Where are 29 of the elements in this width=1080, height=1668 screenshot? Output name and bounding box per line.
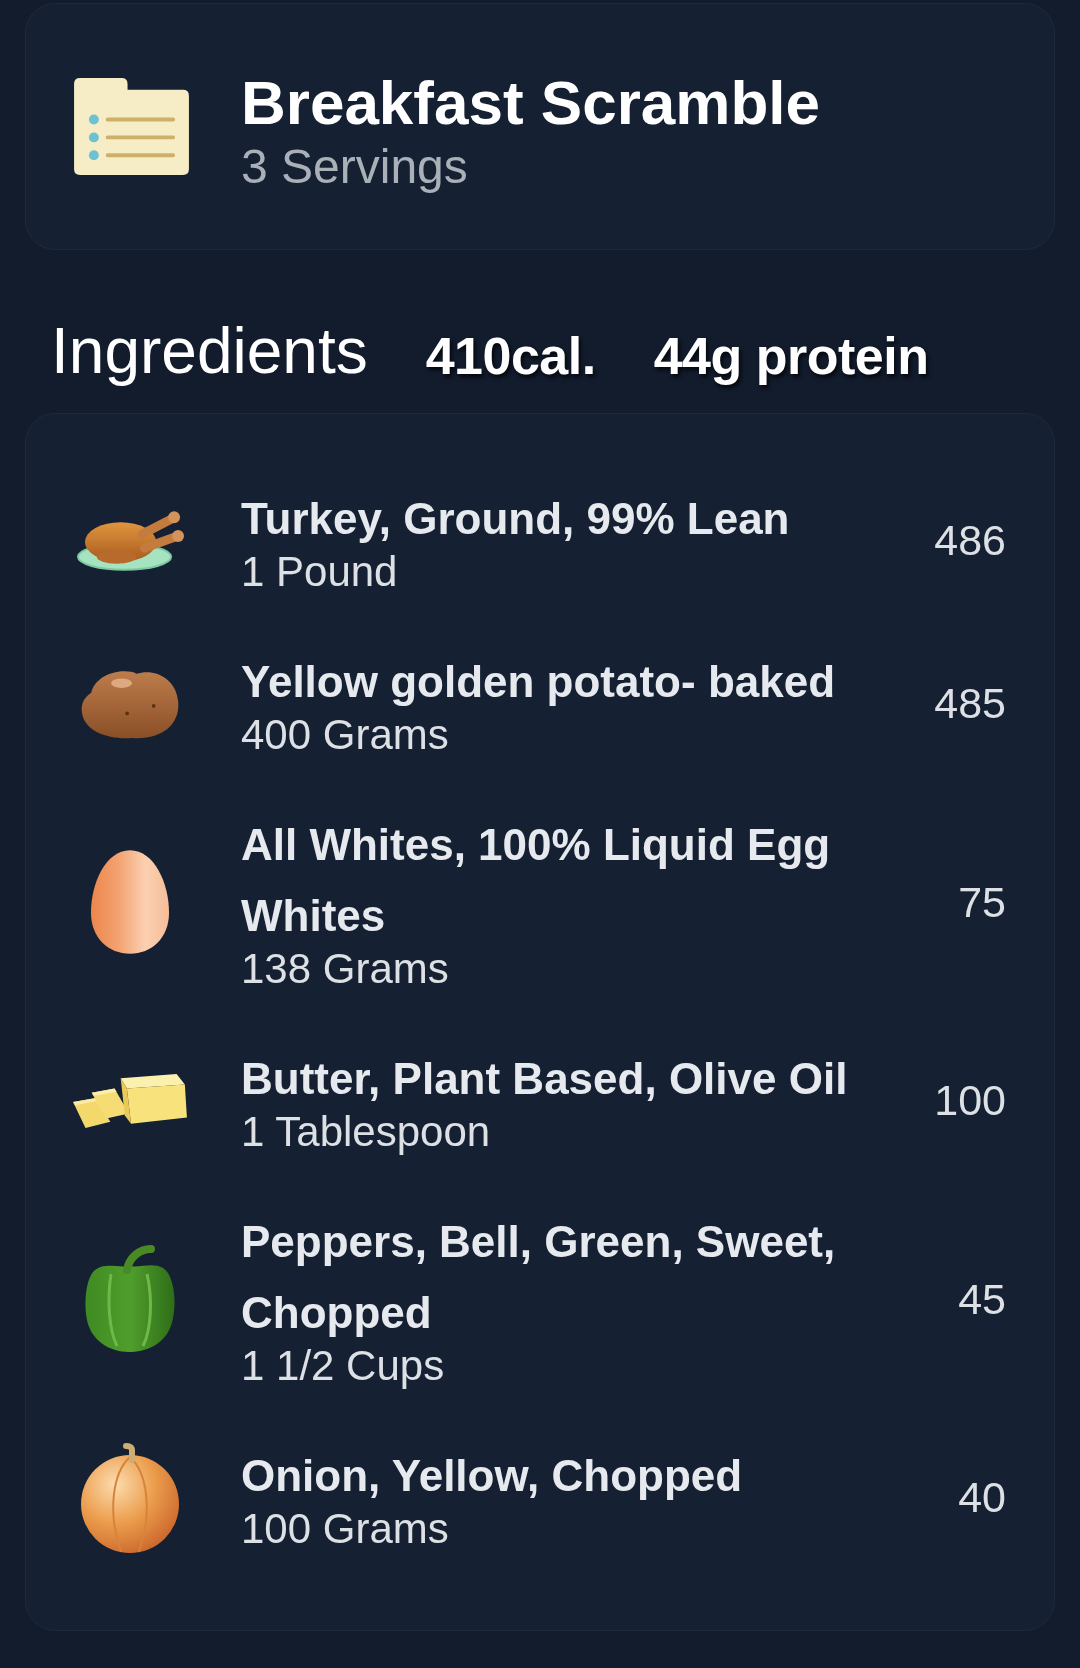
servings-text: 3 Servings: [241, 139, 468, 195]
protein-total: 44g protein: [653, 326, 929, 387]
folder-list-icon: [72, 76, 191, 177]
calories-total: 410cal.: [425, 326, 596, 387]
ingredient-quantity: 138 Grams: [241, 944, 449, 994]
recipe-title: Breakfast Scramble: [241, 67, 820, 139]
ingredient-name: Onion, Yellow, Chopped: [241, 1450, 743, 1502]
ingredient-quantity: 1 1/2 Cups: [241, 1341, 445, 1391]
ingredient-name: Butter, Plant Based, Olive Oil: [241, 1053, 848, 1105]
ingredient-name: Peppers, Bell, Green, Sweet, Chopped: [241, 1216, 837, 1339]
bell-pepper-icon: [83, 1244, 177, 1354]
ingredient-quantity: 400 Grams: [241, 710, 449, 760]
ingredient-calories: 100: [934, 1075, 1006, 1126]
ingredient-quantity: 100 Grams: [241, 1504, 449, 1554]
butter-icon: [71, 1071, 189, 1130]
ingredient-quantity: 1 Pound: [241, 547, 398, 597]
ingredient-calories: 485: [934, 678, 1006, 729]
ingredient-calories: 486: [934, 515, 1006, 566]
ingredient-name: Yellow golden potato- baked: [241, 656, 836, 708]
roast-poultry-icon: [74, 509, 186, 572]
onion-icon: [80, 1441, 180, 1554]
ingredient-calories: 40: [958, 1472, 1006, 1523]
ingredient-calories: 45: [958, 1273, 1006, 1325]
ingredient-name: Turkey, Ground, 99% Lean: [241, 493, 790, 545]
ingredient-quantity: 1 Tablespoon: [241, 1107, 491, 1157]
egg-icon: [90, 849, 170, 955]
ingredient-calories: 75: [958, 876, 1006, 928]
section-title: Ingredients: [51, 314, 368, 389]
ingredient-name: All Whites, 100% Liquid Egg Whites: [241, 819, 832, 942]
